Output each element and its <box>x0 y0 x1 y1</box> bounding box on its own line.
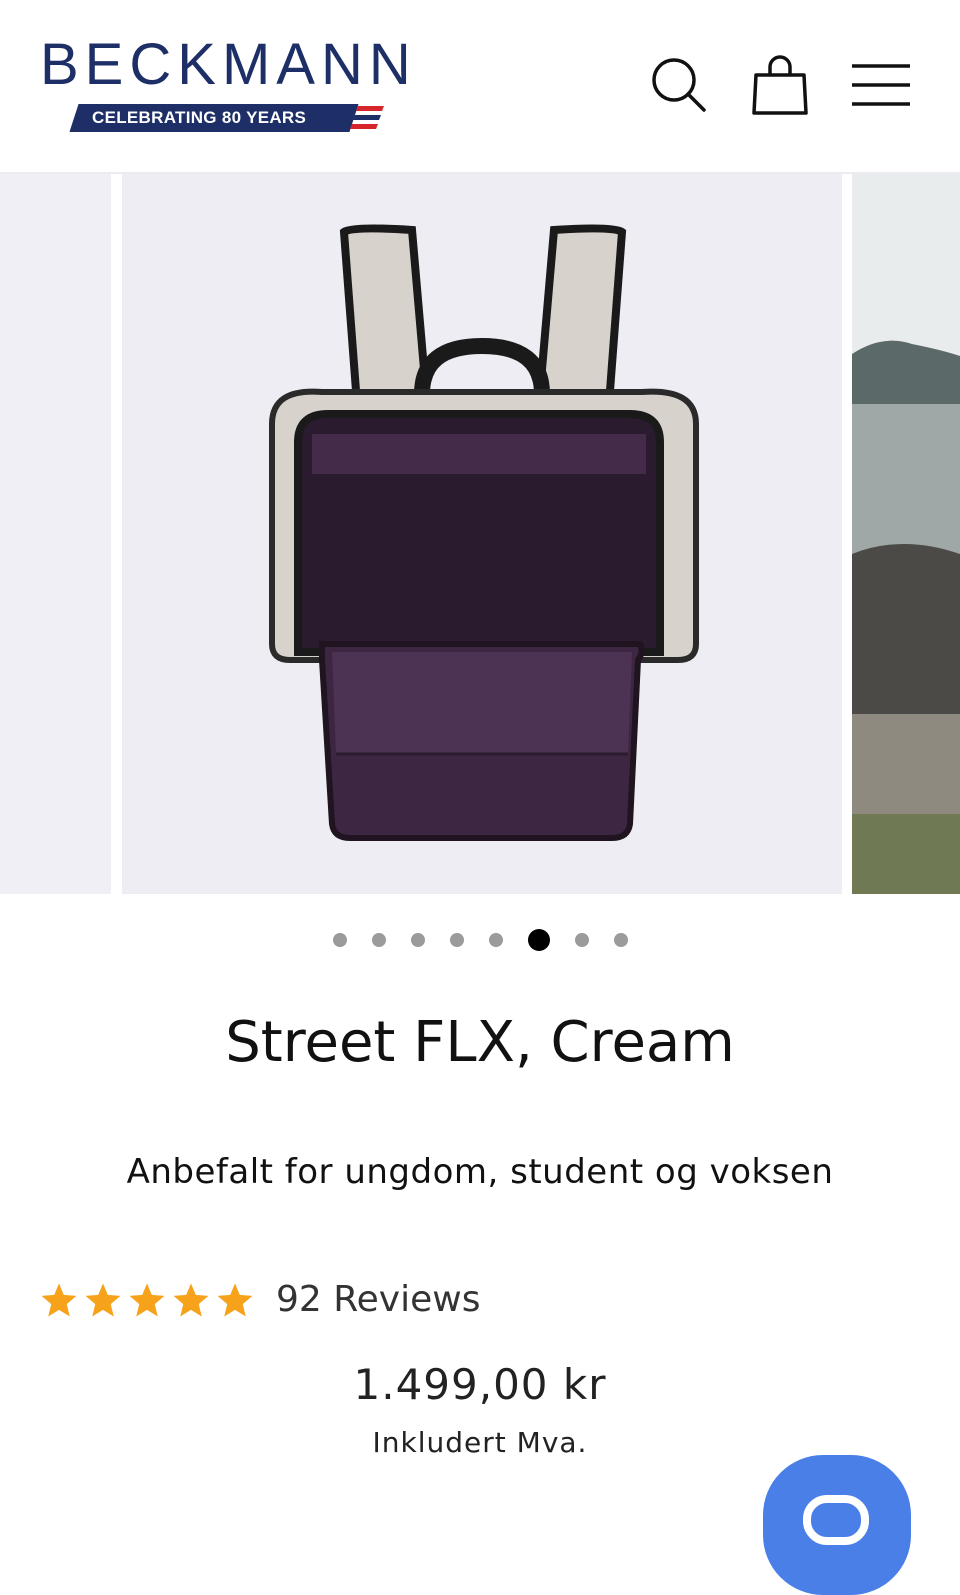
current-slide[interactable] <box>122 174 938 894</box>
pagination-dot[interactable] <box>371 933 386 947</box>
star-icon <box>41 1283 77 1317</box>
brand-tagline: CELEBRATING 80 YEARS <box>92 108 307 127</box>
pagination-dot[interactable] <box>574 933 589 947</box>
search-icon <box>652 58 706 112</box>
previous-slide[interactable] <box>0 174 111 894</box>
product-title: Street FLX, Cream <box>225 1010 735 1075</box>
star-icon <box>217 1283 253 1317</box>
brand-logo[interactable]: BECKMANN CELEBRATING 80 YEARS <box>40 36 420 136</box>
shopping-bag-icon <box>752 55 808 115</box>
pagination-dot-active[interactable] <box>527 929 550 951</box>
site-header: BECKMANN CELEBRATING 80 YEARS <box>0 0 960 174</box>
reviews-link[interactable]: 92 Reviews <box>276 1275 480 1325</box>
chat-icon <box>803 1495 869 1545</box>
brand-name: BECKMANN <box>40 32 417 97</box>
product-gallery[interactable] <box>0 174 960 894</box>
product-price: 1.499,00 kr <box>353 1360 607 1409</box>
product-rating[interactable]: 92 Reviews <box>40 1275 480 1325</box>
product-subtitle: Anbefalt for ungdom, student og voksen <box>126 1152 834 1192</box>
pagination-dot[interactable] <box>449 933 464 947</box>
pagination-dot[interactable] <box>613 933 628 947</box>
star-rating <box>40 1281 254 1319</box>
gallery-pagination <box>0 928 960 952</box>
cart-button[interactable] <box>745 50 815 120</box>
pagination-dot[interactable] <box>488 933 503 947</box>
menu-icon <box>852 64 910 106</box>
chat-button[interactable] <box>763 1455 911 1595</box>
next-slide[interactable] <box>852 174 960 894</box>
star-icon <box>85 1283 121 1317</box>
menu-button[interactable] <box>846 50 916 120</box>
star-icon <box>129 1283 165 1317</box>
pagination-dot[interactable] <box>332 933 347 947</box>
backpack-image <box>269 224 699 841</box>
pagination-dot[interactable] <box>410 933 425 947</box>
landscape-image <box>852 174 960 894</box>
flag-stripes-icon <box>350 106 384 129</box>
search-button[interactable] <box>644 50 714 120</box>
star-icon <box>173 1283 209 1317</box>
